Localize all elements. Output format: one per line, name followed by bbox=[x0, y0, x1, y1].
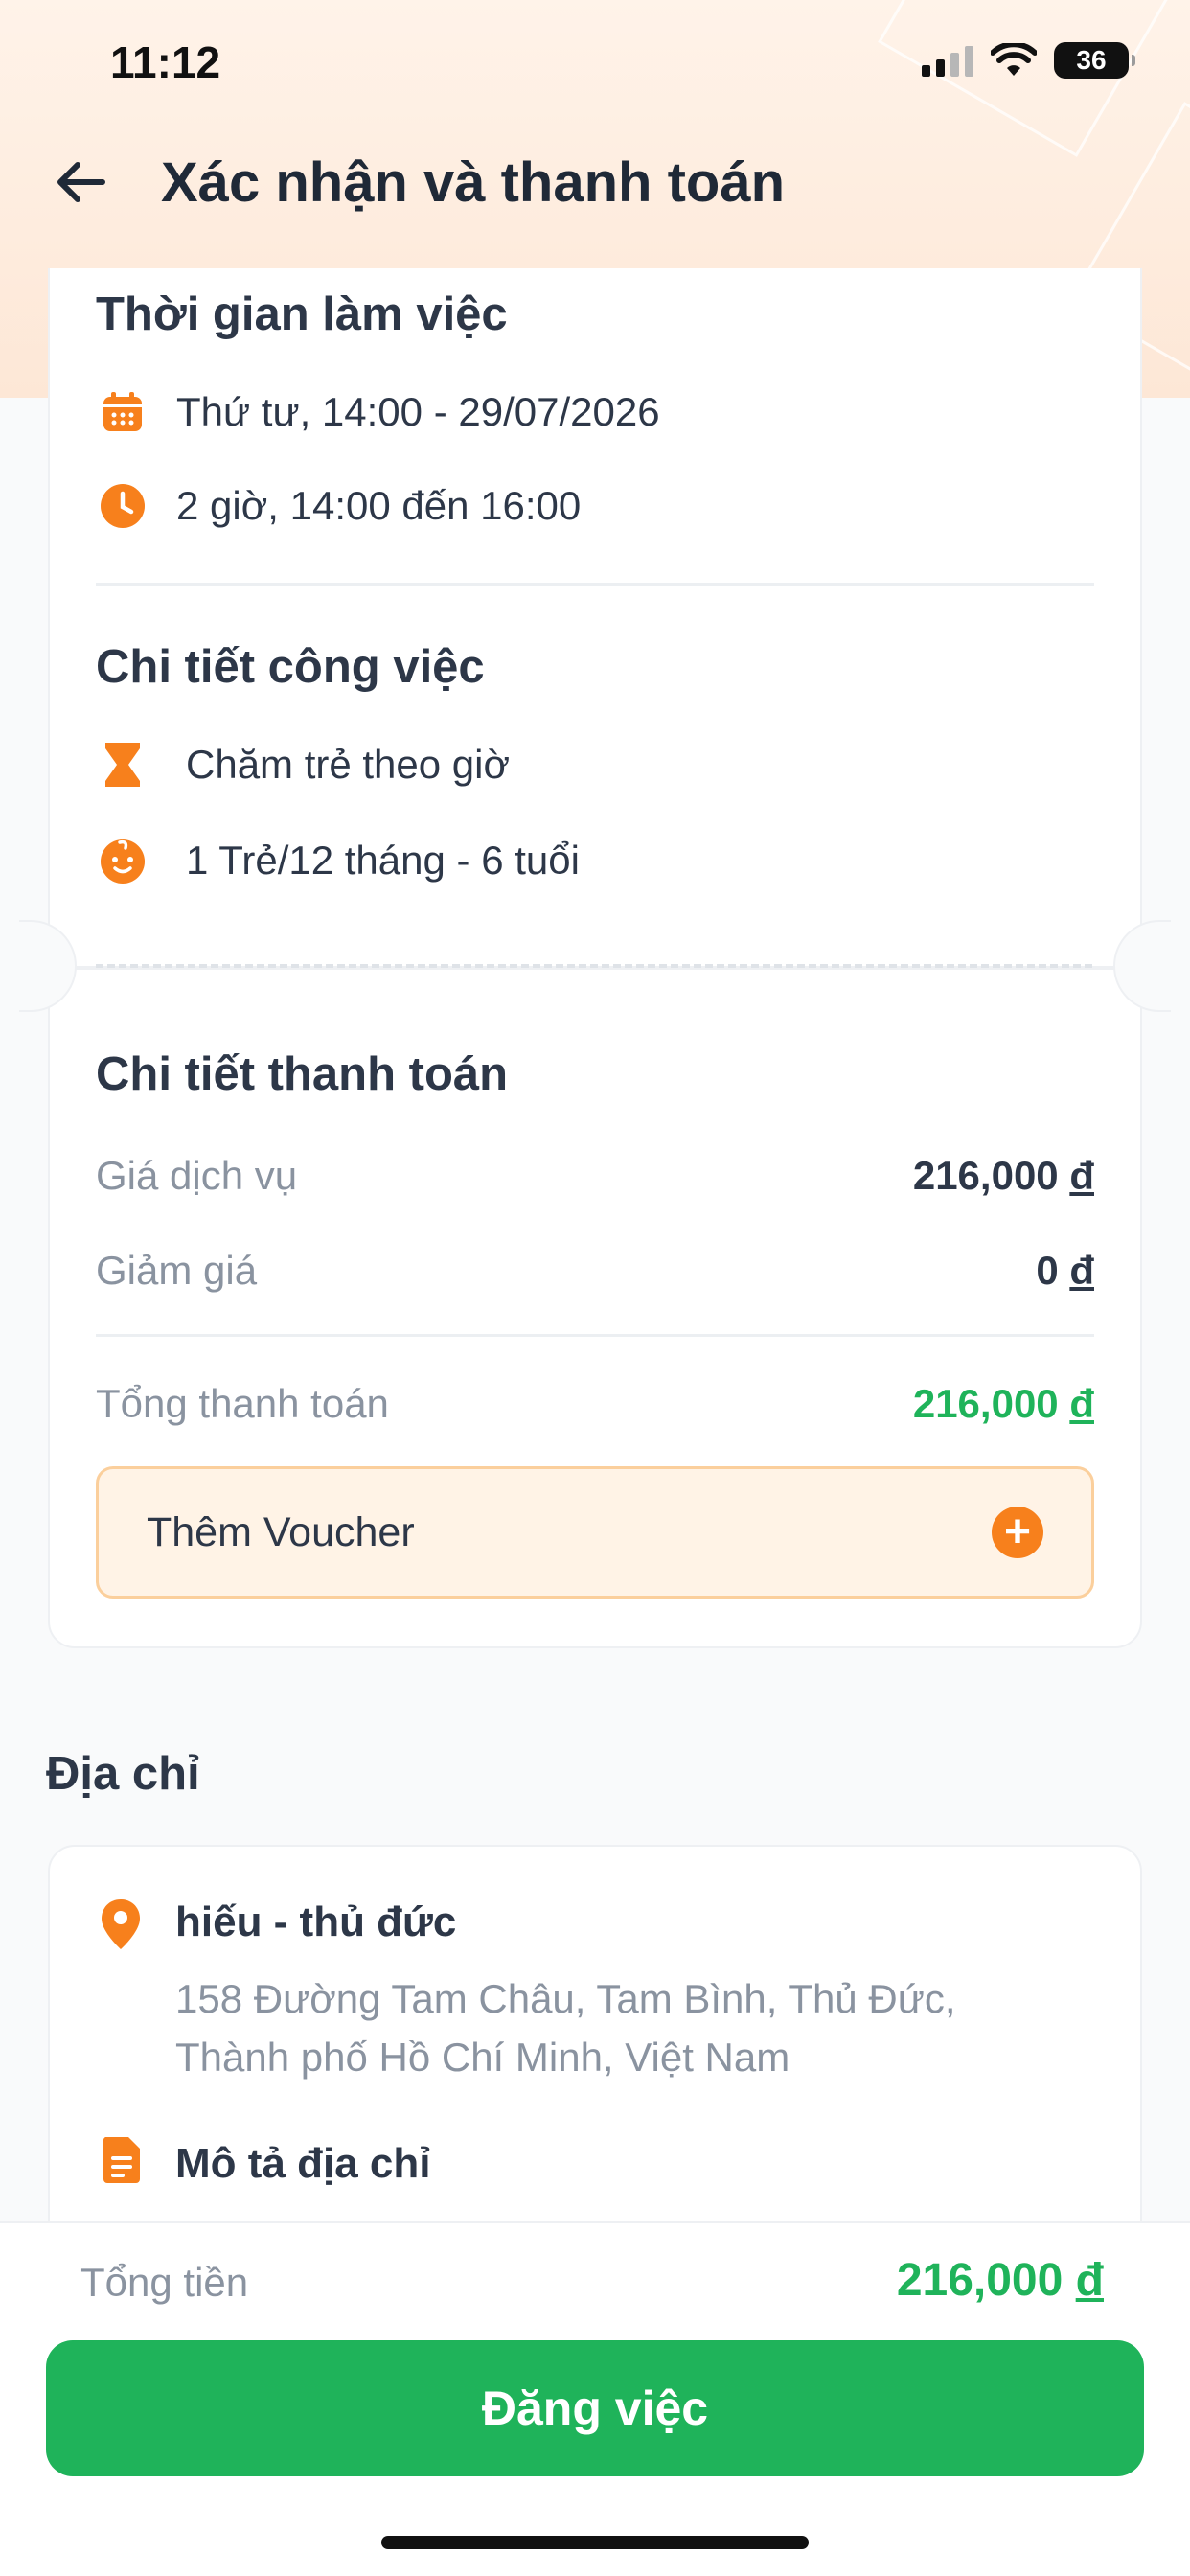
payment-divider bbox=[96, 1334, 1094, 1337]
status-time: 11:12 bbox=[110, 37, 221, 87]
work-time-title: Thời gian làm việc bbox=[96, 288, 508, 340]
work-date: Thứ tư, 14:00 - 29/07/2026 bbox=[176, 389, 660, 434]
battery-icon: 36 bbox=[1054, 42, 1135, 79]
plus-icon: + bbox=[992, 1506, 1043, 1558]
baby-face-icon bbox=[98, 836, 148, 886]
children-info: 1 Trẻ/12 tháng - 6 tuổi bbox=[186, 838, 580, 883]
hourglass-icon bbox=[98, 740, 148, 790]
discount-label: Giảm giá bbox=[96, 1248, 258, 1293]
children-row: 1 Trẻ/12 tháng - 6 tuổi bbox=[98, 836, 580, 886]
voucher-label: Thêm Voucher bbox=[147, 1508, 415, 1555]
payment-total-value: 216,000 đ bbox=[912, 1381, 1094, 1426]
calendar-icon bbox=[98, 387, 148, 437]
payment-title: Chi tiết thanh toán bbox=[96, 1048, 509, 1100]
work-duration-row: 2 giờ, 14:00 đến 16:00 bbox=[98, 481, 581, 531]
cellular-signal-icon bbox=[922, 44, 973, 77]
post-job-button[interactable]: Đăng việc bbox=[46, 2340, 1144, 2476]
service-row: Chăm trẻ theo giờ bbox=[98, 740, 510, 790]
footer-total-label: Tổng tiền bbox=[80, 2260, 249, 2305]
status-icons: 36 bbox=[922, 42, 1135, 79]
work-duration: 2 giờ, 14:00 đến 16:00 bbox=[176, 483, 582, 528]
address-line-2: Thành phố Hồ Chí Minh, Việt Nam bbox=[175, 2035, 790, 2080]
service-price-label: Giá dịch vụ bbox=[96, 1153, 298, 1198]
work-date-row: Thứ tư, 14:00 - 29/07/2026 bbox=[98, 387, 660, 437]
add-voucher-button[interactable]: Thêm Voucher + bbox=[96, 1466, 1094, 1598]
home-indicator bbox=[381, 2536, 809, 2549]
section-divider bbox=[96, 583, 1094, 586]
discount-value: 0 đ bbox=[1036, 1248, 1094, 1293]
wifi-icon bbox=[991, 43, 1037, 76]
address-line-1: 158 Đường Tam Châu, Tam Bình, Thủ Đức, bbox=[175, 1976, 956, 2021]
document-icon bbox=[103, 2137, 140, 2183]
payment-total-label: Tổng thanh toán bbox=[96, 1381, 389, 1426]
service-name: Chăm trẻ theo giờ bbox=[186, 742, 511, 787]
back-arrow-icon[interactable] bbox=[53, 153, 110, 211]
page-title: Xác nhận và thanh toán bbox=[161, 151, 785, 214]
address-heading: Địa chỉ bbox=[46, 1748, 200, 1800]
job-details-title: Chi tiết công việc bbox=[96, 641, 485, 693]
footer-total-value: 216,000 đ bbox=[896, 2255, 1104, 2306]
address-description-title: Mô tả địa chỉ bbox=[175, 2140, 431, 2187]
dashed-divider bbox=[96, 964, 1092, 968]
location-pin-icon bbox=[102, 1899, 140, 1949]
clock-icon bbox=[98, 481, 148, 531]
service-price-value: 216,000 đ bbox=[912, 1153, 1094, 1198]
address-name: hiếu - thủ đức bbox=[175, 1898, 457, 1945]
